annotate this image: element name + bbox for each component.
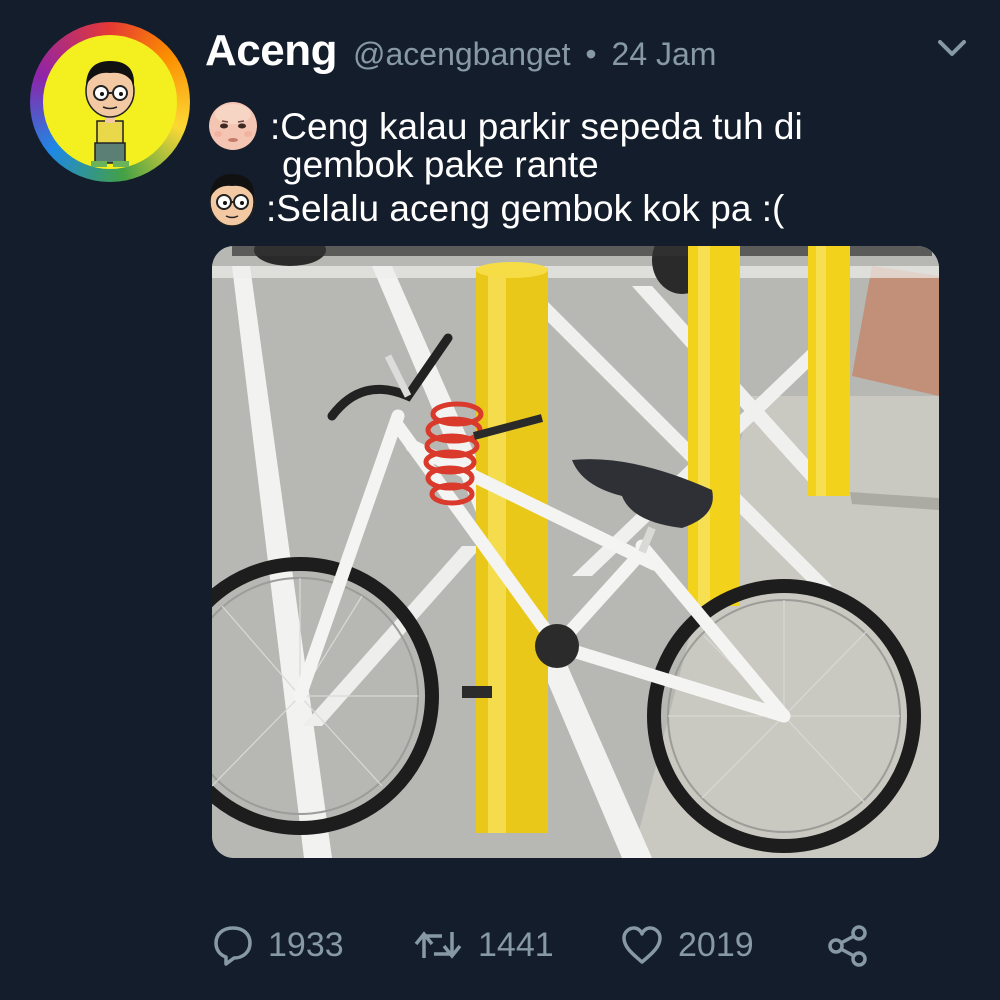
reply-icon [214,926,252,966]
retweet-button[interactable]: 1441 [412,924,554,966]
tweet-timestamp[interactable]: 24 Jam [612,36,717,72]
tweet-text-line-3: :Selalu aceng gembok kok pa :( [266,188,785,229]
like-button[interactable]: 2019 [620,924,754,966]
tweet-header: Aceng @acengbanget • 24 Jam [205,26,716,76]
tweet-text-line-1: :Ceng kalau parkir sepeda tuh di [270,106,803,147]
like-count: 2019 [678,925,754,964]
share-icon [828,925,867,967]
reply-count: 1933 [268,925,344,964]
tweet-meta: @acengbanget • 24 Jam [353,36,716,73]
display-name[interactable]: Aceng [205,26,337,76]
heart-icon [622,926,662,964]
tweet-photo[interactable] [212,246,939,858]
retweet-count: 1441 [478,925,554,964]
baby-face-emoji-icon [209,102,257,150]
chevron-down-icon[interactable] [934,34,970,62]
reply-button[interactable]: 1933 [212,924,344,966]
user-handle[interactable]: @acengbanget [353,36,571,72]
tweet-text-line-2: gembok pake rante [282,144,599,185]
avatar-character-icon [43,35,177,169]
tweet-action-bar: 1933 1441 2019 [0,920,1000,976]
retweet-icon [414,931,462,959]
meta-separator: • [585,36,597,72]
aceng-face-emoji-icon [209,174,255,227]
bicycle-locked-bollard-image [212,246,939,858]
profile-avatar[interactable] [30,22,190,182]
share-button[interactable] [826,924,870,968]
